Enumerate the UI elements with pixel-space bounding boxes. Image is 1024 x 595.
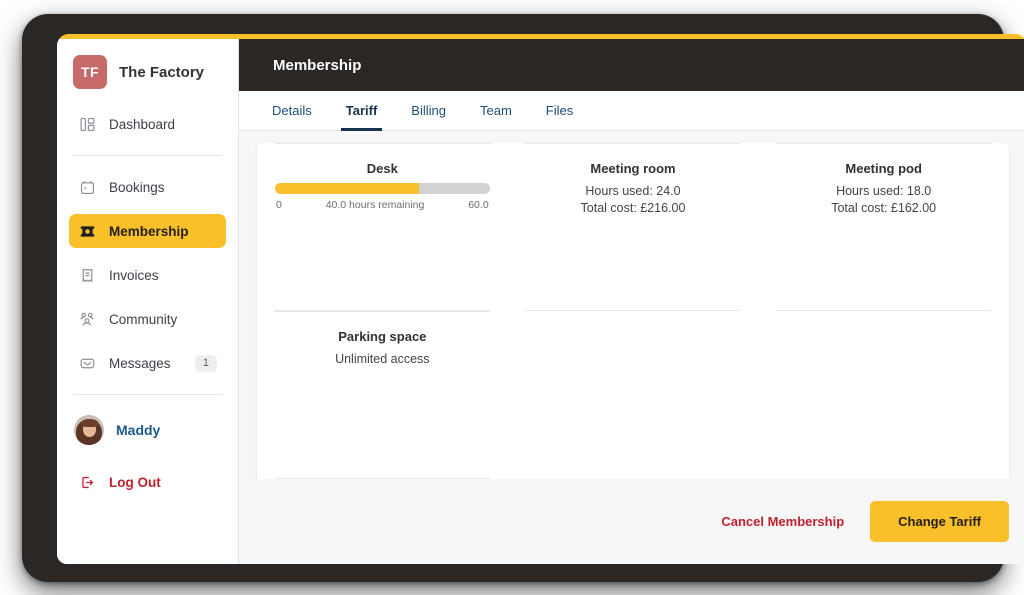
desk-progress-labels: 0 40.0 hours remaining 60.0 xyxy=(275,199,490,211)
card-title: Parking space xyxy=(338,329,427,344)
sidebar-item-community[interactable]: Community xyxy=(69,302,226,336)
desk-progress-bar xyxy=(275,183,490,194)
logout-icon xyxy=(78,473,96,491)
sidebar-divider-top xyxy=(73,155,222,156)
card-line-hours: Hours used: 18.0 xyxy=(836,184,932,198)
app-body: TF The Factory Dashboard Bookings Member… xyxy=(57,39,1024,564)
sidebar-item-bookings[interactable]: Bookings xyxy=(69,170,226,204)
sidebar-item-label: Bookings xyxy=(109,179,165,195)
brand-name: The Factory xyxy=(119,63,205,81)
sidebar-item-label: Membership xyxy=(109,223,189,239)
change-tariff-button[interactable]: Change Tariff xyxy=(870,501,1009,542)
sidebar: TF The Factory Dashboard Bookings Member… xyxy=(57,39,239,564)
sidebar-item-label: Invoices xyxy=(109,267,159,283)
tariff-panel: Desk 0 40.0 hours remaining 60.0 Meeting… xyxy=(257,143,1009,479)
tab-files[interactable]: Files xyxy=(529,91,590,130)
envelope-icon xyxy=(78,354,96,372)
card-line-access: Unlimited access xyxy=(335,352,430,366)
brand[interactable]: TF The Factory xyxy=(69,39,226,107)
sidebar-item-label: Dashboard xyxy=(109,116,176,132)
cancel-membership-link[interactable]: Cancel Membership xyxy=(721,514,844,529)
card-line-hours: Hours used: 24.0 xyxy=(585,184,681,198)
content-scroll-area[interactable]: Desk 0 40.0 hours remaining 60.0 Meeting… xyxy=(239,131,1024,479)
tariff-card-meeting-room: Meeting room Hours used: 24.0 Total cost… xyxy=(525,143,741,311)
user-profile[interactable]: Maddy xyxy=(69,409,226,451)
progress-max-label: 60.0 xyxy=(468,199,489,211)
card-title: Meeting pod xyxy=(845,161,922,176)
card-title: Desk xyxy=(366,161,398,176)
tab-details[interactable]: Details xyxy=(255,91,329,130)
tariff-card-placeholder xyxy=(526,311,741,479)
tariff-card-meeting-pod: Meeting pod Hours used: 18.0 Total cost:… xyxy=(776,143,991,311)
main-area: Membership Details Tariff Billing Team F… xyxy=(239,39,1024,564)
tariff-card-placeholder xyxy=(776,311,991,479)
card-title: Meeting room xyxy=(590,161,676,176)
card-line-cost: Total cost: £216.00 xyxy=(580,201,686,216)
people-icon xyxy=(78,310,96,328)
messages-badge: 1 xyxy=(194,354,217,372)
tariff-card-grid-row-2: Parking space Unlimited access xyxy=(275,311,991,479)
calendar-icon xyxy=(78,178,96,196)
receipt-icon xyxy=(78,266,96,284)
sidebar-item-messages[interactable]: Messages 1 xyxy=(69,346,226,380)
ticket-icon xyxy=(78,222,96,240)
progress-min-label: 0 xyxy=(276,199,282,211)
sidebar-item-dashboard[interactable]: Dashboard xyxy=(69,107,226,141)
tab-team[interactable]: Team xyxy=(463,91,529,130)
sidebar-item-label: Community xyxy=(109,311,178,327)
tariff-card-desk: Desk 0 40.0 hours remaining 60.0 xyxy=(275,143,490,311)
sidebar-item-membership[interactable]: Membership xyxy=(69,214,226,248)
tab-tariff[interactable]: Tariff xyxy=(329,91,395,131)
sidebar-item-label: Messages xyxy=(109,355,171,371)
progress-mid-label: 40.0 hours remaining xyxy=(325,199,425,211)
avatar xyxy=(74,415,104,445)
sidebar-divider-bottom xyxy=(73,394,222,395)
user-name: Maddy xyxy=(116,422,161,438)
dashboard-icon xyxy=(78,115,96,133)
app-screen: TF The Factory Dashboard Bookings Member… xyxy=(57,34,1024,564)
card-line-cost: Total cost: £162.00 xyxy=(831,201,937,216)
page-title: Membership xyxy=(273,56,362,74)
footer-actions: Cancel Membership Change Tariff xyxy=(239,479,1024,564)
tabbar: Details Tariff Billing Team Files xyxy=(239,91,1024,131)
sidebar-item-invoices[interactable]: Invoices xyxy=(69,258,226,292)
brand-logo: TF xyxy=(73,55,107,89)
device-bezel: TF The Factory Dashboard Bookings Member… xyxy=(22,14,1024,582)
tariff-card-parking-space: Parking space Unlimited access xyxy=(275,311,490,479)
logout-label: Log Out xyxy=(109,474,161,490)
tab-billing[interactable]: Billing xyxy=(394,91,463,130)
logout-button[interactable]: Log Out xyxy=(69,467,226,497)
desk-progress-fill xyxy=(275,183,419,194)
tariff-card-grid-row-1: Desk 0 40.0 hours remaining 60.0 Meeting… xyxy=(275,143,991,311)
topbar: Membership xyxy=(239,39,1024,91)
